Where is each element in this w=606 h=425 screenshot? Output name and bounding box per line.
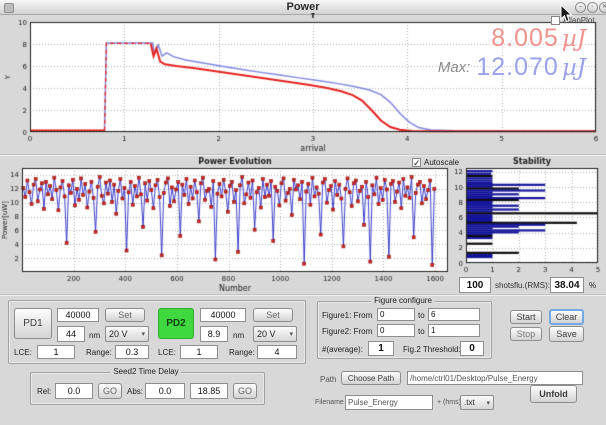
delay-panel-title: Seed2 Time Delay xyxy=(110,367,181,376)
pd1-lce-input[interactable] xyxy=(37,345,75,359)
rel-input[interactable] xyxy=(55,383,93,399)
rms-label: flu.(RMS): xyxy=(514,281,550,290)
filename-label: Filename xyxy=(315,399,344,406)
fig1-to-label: to xyxy=(418,311,425,320)
section-divider-bottom xyxy=(0,294,606,296)
rms-input[interactable] xyxy=(550,277,584,293)
abs-label: Abs: xyxy=(127,387,143,396)
max-label: Max: xyxy=(438,59,471,76)
save-button[interactable]: Save xyxy=(549,326,584,342)
fig1-from-input[interactable] xyxy=(377,308,415,321)
pd1-nm-input[interactable] xyxy=(57,326,85,342)
rel-label: Rel: xyxy=(37,387,51,396)
pd1-nm-label: nm xyxy=(89,331,100,340)
figure-panel-title: Figure configure xyxy=(371,296,435,305)
fig2-from-input[interactable] xyxy=(377,324,415,337)
pd2-nm-label: nm xyxy=(233,331,244,340)
pd1-lce-label: LCE: xyxy=(14,348,32,357)
fig1-label: Figure1: From xyxy=(322,311,372,320)
pd1-voltage-select[interactable]: 20 V ▾ xyxy=(105,326,149,342)
max-energy-readout: Max: 12.070 µJ xyxy=(340,53,586,82)
filename-input[interactable] xyxy=(345,395,433,410)
window-title: Power xyxy=(0,0,606,14)
max-energy-unit: µJ xyxy=(562,55,586,81)
pd2-nm-input[interactable] xyxy=(200,326,228,342)
close-icon[interactable]: ✕ xyxy=(599,2,606,13)
fig2-to-input[interactable] xyxy=(428,324,480,337)
hms-label: + (hms) xyxy=(437,399,461,406)
chevron-down-icon: ▾ xyxy=(289,330,293,338)
pd2-voltage-select[interactable]: 20 V ▾ xyxy=(253,326,297,342)
pd2-lce-input[interactable] xyxy=(180,345,218,359)
shots-label: shots xyxy=(495,281,514,290)
shots-input[interactable] xyxy=(459,277,491,293)
average-label: #(average): xyxy=(322,345,363,354)
maximize-icon[interactable]: ▫ xyxy=(587,2,598,13)
percent-label: % xyxy=(589,281,596,290)
pd1-range-label: Range: xyxy=(86,348,112,357)
pd1-set-button[interactable]: Set xyxy=(105,308,145,322)
current-energy-unit: µJ xyxy=(562,26,586,52)
extension-select[interactable]: .txt ▾ xyxy=(460,395,494,410)
choose-path-button[interactable]: Choose Path xyxy=(341,371,401,385)
pd1-range-input[interactable] xyxy=(115,345,149,359)
fig1-to-input[interactable] xyxy=(428,308,480,321)
abs-go-button[interactable]: GO xyxy=(233,383,257,399)
autoscale-label: Autoscale xyxy=(424,158,459,167)
chevron-down-icon: ▾ xyxy=(141,330,145,338)
threshold-label: Fig.2 Threshold: xyxy=(403,345,461,354)
abs-readback[interactable] xyxy=(190,383,228,399)
extension-value: .txt xyxy=(464,398,475,407)
unfold-button[interactable]: Unfold xyxy=(530,385,577,403)
current-energy-value: 8.005 xyxy=(491,24,559,53)
autoscale-checkbox[interactable]: ✓ xyxy=(412,158,421,167)
pd2-counts-input[interactable] xyxy=(200,308,246,322)
power-evolution-chart xyxy=(0,155,455,295)
abs-input[interactable] xyxy=(145,383,185,399)
pd2-range-label: Range: xyxy=(229,348,255,357)
current-energy-readout: 8.005 µJ xyxy=(340,24,586,53)
stability-chart xyxy=(455,155,606,277)
start-button[interactable]: Start xyxy=(510,310,542,324)
app-icon xyxy=(4,3,14,13)
clear-button[interactable]: Clear xyxy=(549,309,584,325)
max-energy-value: 12.070 xyxy=(476,53,558,82)
path-input[interactable] xyxy=(407,371,583,385)
average-input[interactable] xyxy=(368,341,394,356)
rel-go-button[interactable]: GO xyxy=(98,383,122,399)
power-window: { "window": {"title": "Power", "minimize… xyxy=(0,0,606,425)
pd2-set-button[interactable]: Set xyxy=(253,308,293,322)
pd2-range-input[interactable] xyxy=(257,345,297,359)
path-label: Path xyxy=(320,375,336,384)
pd1-button[interactable]: PD1 xyxy=(14,308,52,339)
pd1-voltage-value: 20 V xyxy=(109,329,128,339)
fig2-label: Figure2: From xyxy=(322,327,372,336)
pd2-lce-label: LCE: xyxy=(158,348,176,357)
pd2-voltage-value: 20 V xyxy=(257,329,276,339)
pd1-counts-input[interactable] xyxy=(57,308,99,322)
minimize-icon[interactable]: – xyxy=(575,2,586,13)
mouse-cursor xyxy=(560,4,574,24)
fig2-to-label: to xyxy=(418,327,425,336)
chevron-down-icon: ▾ xyxy=(486,399,490,407)
stop-button[interactable]: Stop xyxy=(510,327,542,341)
threshold-input[interactable] xyxy=(460,341,484,356)
pd2-button[interactable]: PD2 xyxy=(158,308,194,339)
